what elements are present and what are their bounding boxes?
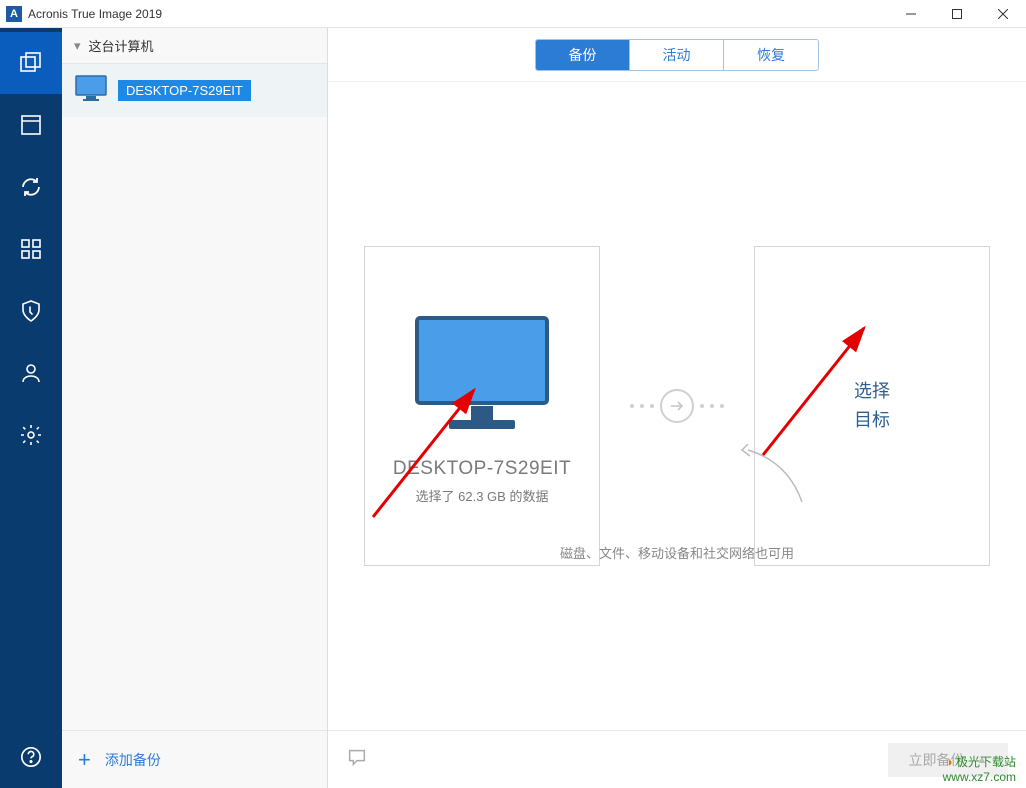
tab-activity[interactable]: 活动 [630, 40, 724, 70]
comment-icon[interactable] [346, 746, 368, 773]
sidebar-backup-item[interactable]: DESKTOP-7S29EIT [62, 64, 327, 117]
sidebar-header-label: 这台计算机 [89, 36, 154, 55]
minimize-button[interactable] [888, 0, 934, 28]
nav-settings-icon[interactable] [0, 404, 62, 466]
source-name: DESKTOP-7S29EIT [393, 458, 571, 480]
computer-icon [407, 308, 557, 438]
nav-backup-icon[interactable] [0, 32, 62, 94]
monitor-icon [74, 74, 108, 107]
source-hint-text: 磁盘、文件、移动设备和社交网络也可用 [328, 543, 1026, 562]
nav-tools-icon[interactable] [0, 218, 62, 280]
nav-account-icon[interactable] [0, 342, 62, 404]
backup-config-area: DESKTOP-7S29EIT 选择了 62.3 GB 的数据 选择 目标 [328, 82, 1026, 730]
chevron-up-icon: ▲ [977, 754, 988, 766]
tab-restore[interactable]: 恢复 [724, 40, 818, 70]
add-backup-label: 添加备份 [105, 750, 161, 770]
arrow-right-icon [660, 389, 694, 423]
left-nav [0, 28, 62, 788]
add-backup-button[interactable]: + 添加备份 [62, 730, 327, 788]
maximize-button[interactable] [934, 0, 980, 28]
flow-indicator [630, 389, 724, 423]
source-card[interactable]: DESKTOP-7S29EIT 选择了 62.3 GB 的数据 [364, 246, 600, 566]
target-line1: 选择 [854, 377, 890, 406]
backup-now-label: 立即备份 [909, 750, 965, 770]
target-card[interactable]: 选择 目标 [754, 246, 990, 566]
nav-archive-icon[interactable] [0, 94, 62, 156]
backup-now-button[interactable]: 立即备份 ▲ [888, 743, 1008, 777]
chevron-down-icon: ▾ [74, 38, 81, 54]
nav-sync-icon[interactable] [0, 156, 62, 218]
close-button[interactable] [980, 0, 1026, 28]
source-subtitle: 选择了 62.3 GB 的数据 [416, 486, 549, 505]
titlebar: A Acronis True Image 2019 [0, 0, 1026, 28]
nav-protection-icon[interactable] [0, 280, 62, 342]
nav-help-icon[interactable] [0, 726, 62, 788]
main-area: 备份 活动 恢复 DESKTOP-7S29EIT 选择了 62.3 GB 的数据 [328, 28, 1026, 788]
app-logo-icon: A [6, 6, 22, 22]
window-title: Acronis True Image 2019 [28, 7, 162, 21]
sidebar-item-name: DESKTOP-7S29EIT [118, 80, 251, 101]
bottom-bar: 立即备份 ▲ [328, 730, 1026, 788]
plus-icon: + [78, 747, 91, 773]
tab-backup[interactable]: 备份 [536, 40, 630, 70]
target-line2: 目标 [854, 406, 890, 435]
tabbar: 备份 活动 恢复 [328, 28, 1026, 82]
sidebar: ▾ 这台计算机 DESKTOP-7S29EIT + 添加备份 [62, 28, 328, 788]
sidebar-header[interactable]: ▾ 这台计算机 [62, 28, 327, 64]
